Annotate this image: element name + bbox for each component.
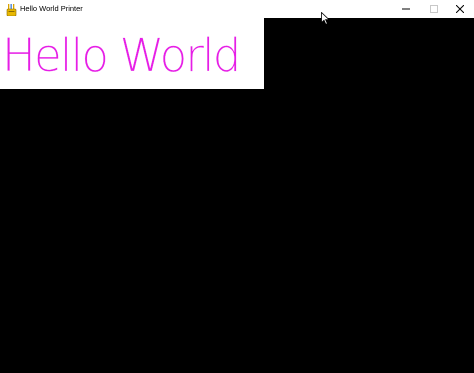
app-window: Hello World Printer Hello World [0,0,474,373]
maximize-button[interactable] [420,0,448,18]
window-title: Hello World Printer [20,4,83,13]
minimize-button[interactable] [392,0,420,18]
minimize-icon [402,0,410,18]
mouse-pointer-icon [321,11,331,25]
close-button[interactable] [446,0,474,18]
close-icon [455,0,465,18]
content-panel: Hello World [0,18,264,89]
hello-world-text: Hello World [2,29,242,82]
pencil-cup-icon [6,3,17,17]
title-bar[interactable]: Hello World Printer [0,0,474,18]
maximize-icon [430,0,438,18]
